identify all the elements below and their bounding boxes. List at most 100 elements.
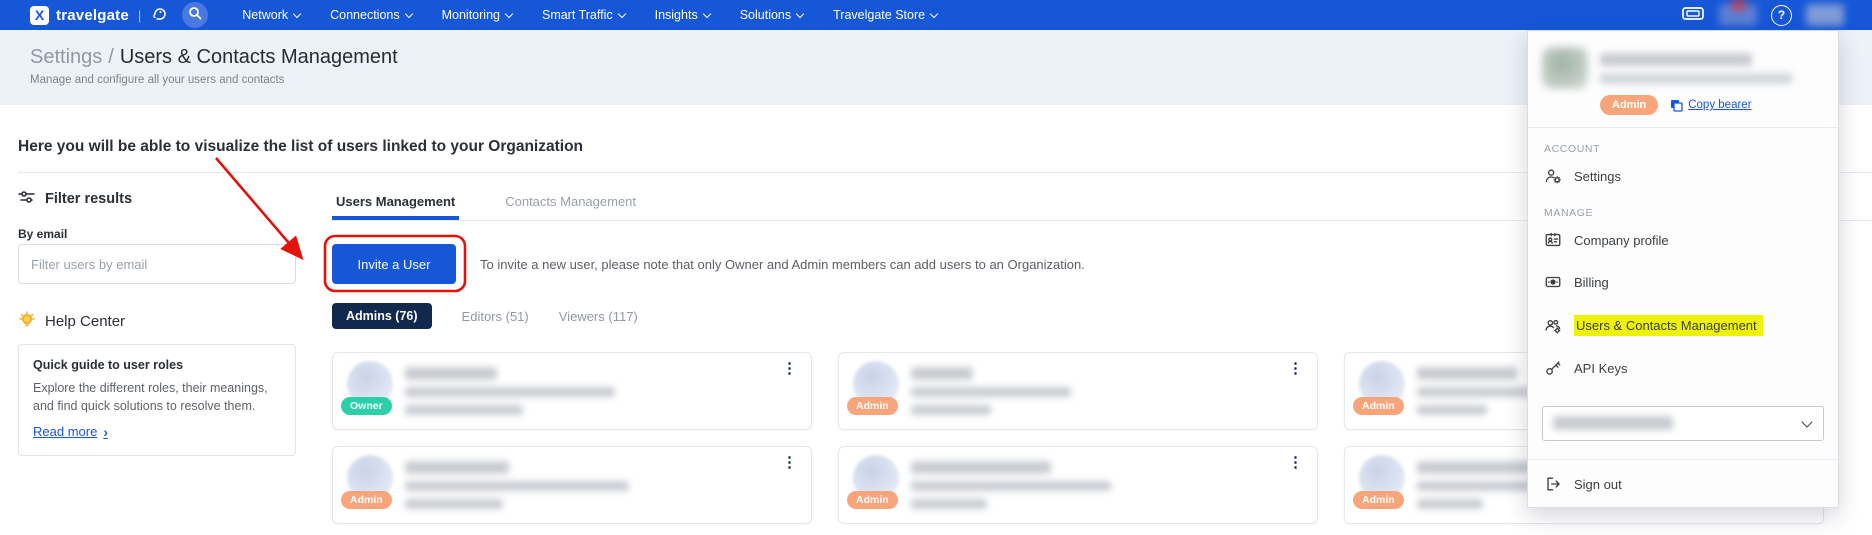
chevron-down-icon — [929, 9, 939, 18]
tab-users-management[interactable]: Users Management — [332, 190, 460, 220]
chevron-down-icon — [795, 9, 805, 18]
card-menu-kebab-icon[interactable]: ⋮ — [1288, 455, 1303, 470]
top-navbar: X travelgate | Network Connections Monit… — [0, 0, 1872, 30]
account-role-badge: Admin — [1600, 95, 1659, 115]
menu-item-billing[interactable]: Billing — [1544, 273, 1609, 291]
blurred-account-email — [1600, 73, 1792, 84]
email-filter-input[interactable] — [18, 244, 296, 284]
by-email-label: By email — [18, 227, 68, 241]
copy-bearer-label: Copy bearer — [1688, 99, 1752, 111]
organization-select[interactable] — [1542, 406, 1824, 441]
breadcrumb-separator: / — [108, 46, 114, 68]
nav-label: Travelgate Store — [833, 8, 926, 22]
key-icon — [1546, 361, 1561, 375]
blurred-detail — [911, 405, 991, 415]
chevron-down-icon — [1801, 416, 1813, 428]
page-title: Users & Contacts Management — [119, 46, 398, 68]
lightbulb-icon — [18, 310, 36, 333]
ticket-icon[interactable] — [1681, 4, 1705, 27]
filter-results-label: Filter results — [45, 191, 133, 207]
menu-item-users-contacts-management[interactable]: Users & Contacts Management — [1544, 315, 1763, 336]
breadcrumb: Settings / Users & Contacts Management — [30, 46, 398, 69]
travelgate-x-logo-icon: X — [30, 5, 49, 25]
notifications-bell-blurred[interactable] — [1719, 0, 1757, 26]
nav-item-connections[interactable]: Connections — [330, 8, 413, 22]
role-badge: Admin — [1353, 397, 1404, 415]
menu-item-settings[interactable]: Settings — [1544, 167, 1621, 185]
chevron-down-icon — [617, 9, 626, 18]
menu-item-label-highlighted: Users & Contacts Management — [1574, 315, 1763, 336]
nav-item-solutions[interactable]: Solutions — [739, 8, 805, 22]
blurred-email — [405, 481, 629, 491]
user-card[interactable]: Owner ⋮ — [332, 352, 812, 430]
role-filter-row: Admins (76) Editors (51) Viewers (117) — [332, 303, 638, 329]
help-card-body: Explore the different roles, their meani… — [33, 381, 268, 414]
search-button[interactable] — [182, 2, 209, 28]
user-avatar-blurred[interactable] — [1806, 4, 1844, 26]
nav-item-network[interactable]: Network — [242, 8, 302, 22]
blurred-name — [1417, 461, 1537, 474]
user-card[interactable]: Admin ⋮ — [838, 446, 1318, 524]
invite-note-text: To invite a new user, please note that o… — [480, 257, 1085, 272]
role-badge: Admin — [1353, 491, 1404, 509]
card-menu-kebab-icon[interactable]: ⋮ — [1288, 361, 1303, 376]
intro-text: Here you will be able to visualize the l… — [18, 138, 584, 155]
nav-label: Monitoring — [441, 8, 500, 22]
invite-a-user-button[interactable]: Invite a User — [332, 244, 456, 284]
nav-item-insights[interactable]: Insights — [655, 8, 711, 22]
chevron-down-icon — [292, 9, 302, 18]
read-more-link[interactable]: Read more › — [33, 424, 108, 440]
menu-item-label: Settings — [1574, 168, 1621, 184]
copy-bearer-link[interactable]: Copy bearer — [1670, 99, 1752, 112]
user-card[interactable]: Admin ⋮ — [332, 446, 812, 524]
help-card-title: Quick guide to user roles — [33, 358, 184, 372]
nav-item-travelgate-store[interactable]: Travelgate Store — [833, 8, 939, 22]
tab-contacts-management[interactable]: Contacts Management — [501, 190, 640, 220]
menu-item-label: Company profile — [1574, 232, 1669, 248]
billing-icon — [1545, 276, 1561, 288]
breadcrumb-settings-link[interactable]: Settings — [30, 46, 102, 68]
user-gear-icon — [1545, 169, 1561, 184]
user-card[interactable]: Admin ⋮ — [838, 352, 1318, 430]
nav-label: Solutions — [739, 8, 792, 22]
nav-item-monitoring[interactable]: Monitoring — [441, 8, 514, 22]
filter-icon — [18, 190, 35, 208]
brand-name: travelgate — [56, 6, 129, 24]
help-center-card: Quick guide to user roles Explore the di… — [18, 344, 296, 456]
role-filter-admins[interactable]: Admins (76) — [332, 303, 432, 329]
read-more-label: Read more — [33, 424, 98, 440]
nav-label: Network — [242, 8, 289, 22]
role-badge: Admin — [847, 491, 898, 509]
menu-item-sign-out[interactable]: Sign out — [1544, 475, 1622, 493]
card-menu-kebab-icon[interactable]: ⋮ — [782, 361, 797, 376]
manage-section-label: MANAGE — [1544, 207, 1594, 219]
blurred-account-name — [1600, 53, 1752, 66]
help-button[interactable]: ? — [1771, 4, 1792, 26]
divider — [1528, 127, 1838, 128]
account-section-label: ACCOUNT — [1544, 143, 1601, 155]
blurred-name — [405, 461, 509, 474]
menu-item-label: API Keys — [1574, 360, 1628, 376]
role-filter-editors[interactable]: Editors (51) — [462, 309, 529, 324]
search-icon — [188, 6, 202, 25]
divider — [1528, 459, 1838, 460]
menu-item-company-profile[interactable]: Company profile — [1544, 231, 1669, 249]
blurred-email — [911, 481, 1111, 491]
blurred-name — [405, 367, 497, 380]
notification-badge — [1731, 0, 1746, 10]
page-subtitle: Manage and configure all your users and … — [30, 74, 285, 86]
card-menu-kebab-icon[interactable]: ⋮ — [782, 455, 797, 470]
users-gear-icon — [1545, 319, 1561, 334]
role-filter-viewers[interactable]: Viewers (117) — [559, 309, 638, 324]
sign-out-icon — [1547, 477, 1560, 491]
chevron-down-icon — [404, 9, 413, 18]
menu-item-api-keys[interactable]: API Keys — [1544, 359, 1627, 377]
brand-separator: | — [137, 7, 142, 23]
chameleon-icon — [150, 4, 168, 27]
nav-item-smart-traffic[interactable]: Smart Traffic — [542, 8, 626, 22]
help-center-label: Help Center — [45, 313, 126, 330]
chevron-down-icon — [702, 9, 711, 18]
chevron-right-icon: › — [103, 423, 108, 440]
id-card-icon — [1545, 232, 1561, 247]
brand-logo[interactable]: X travelgate | — [0, 4, 168, 27]
